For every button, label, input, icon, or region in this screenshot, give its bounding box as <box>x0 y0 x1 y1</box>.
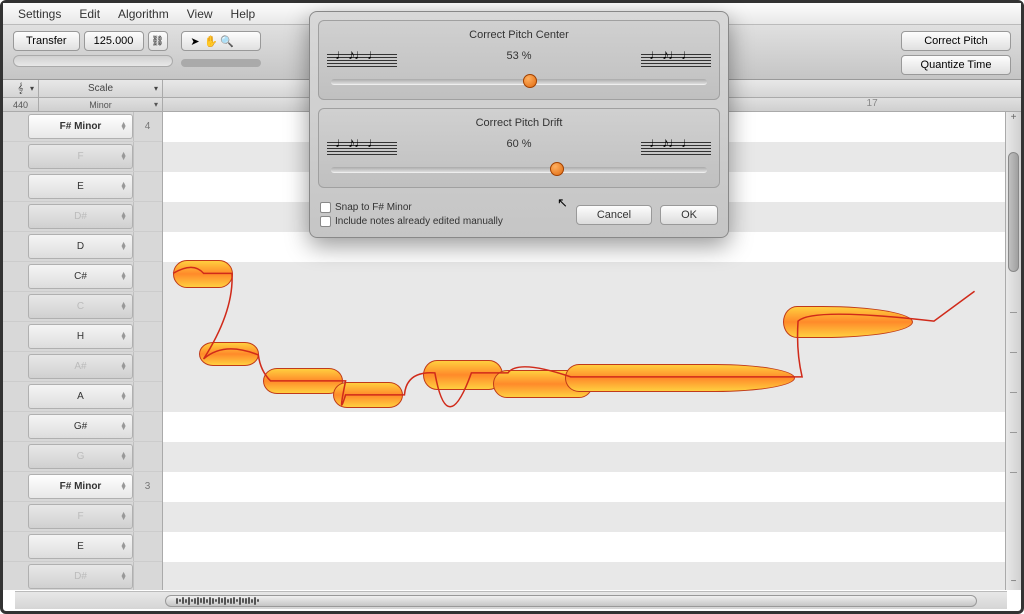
quantize-time-button[interactable]: Quantize Time <box>901 55 1011 75</box>
pitch-center-slider[interactable] <box>331 79 707 85</box>
pointer-tool-icon[interactable]: ➤ <box>188 34 202 48</box>
pitch-drift-slider[interactable] <box>331 167 707 173</box>
snap-label: Snap to F# Minor <box>335 202 412 213</box>
transfer-button[interactable]: Transfer <box>13 31 80 51</box>
staff-drift-before-icon: ♩♪♩♩ <box>327 135 397 161</box>
ok-button[interactable]: OK <box>660 205 718 225</box>
octave-label: 3 <box>133 472 161 501</box>
octave-label <box>133 532 161 561</box>
pitch-center-title: Correct Pitch Center <box>327 29 711 41</box>
note-key[interactable]: F▲▼ <box>28 144 133 169</box>
note-key[interactable]: E▲▼ <box>28 174 133 199</box>
correct-pitch-button[interactable]: Correct Pitch <box>901 31 1011 51</box>
slider-thumb[interactable] <box>523 74 537 88</box>
link-tempo-icon[interactable]: ⛓ <box>148 31 168 51</box>
octave-label <box>133 142 161 171</box>
note-key[interactable]: G▲▼ <box>28 444 133 469</box>
pitch-drift-section: Correct Pitch Drift ♩♪♩♩ 60 % ♩♪♩♩ <box>318 108 720 188</box>
note-key[interactable]: D▲▼ <box>28 234 133 259</box>
octave-label <box>133 562 161 590</box>
tool-slider[interactable] <box>181 59 261 67</box>
octave-label: 4 <box>133 112 161 141</box>
include-edited-label: Include notes already edited manually <box>335 216 503 227</box>
note-key[interactable]: D#▲▼ <box>28 204 133 229</box>
menu-edit[interactable]: Edit <box>79 7 100 21</box>
note-key[interactable]: F# Minor▲▼ <box>28 474 133 499</box>
note-key[interactable]: F# Minor▲▼ <box>28 114 133 139</box>
zoom-out-icon[interactable]: − <box>1006 576 1021 590</box>
vscroll-thumb[interactable] <box>1008 152 1019 272</box>
octave-label <box>133 502 161 531</box>
octave-label <box>133 202 161 231</box>
tuning-menu-icon[interactable]: 𝄞 <box>3 80 39 97</box>
transfer-progress <box>13 55 173 67</box>
note-key[interactable]: D#▲▼ <box>28 564 133 589</box>
hand-tool-icon[interactable]: ✋ <box>204 34 218 48</box>
overview-waveform <box>176 597 259 605</box>
octave-label <box>133 172 161 201</box>
staff-after-icon: ♩♪♩♩ <box>641 47 711 73</box>
tuning-value[interactable]: 440 <box>3 98 39 111</box>
octave-label <box>133 412 161 441</box>
octave-label <box>133 352 161 381</box>
pitch-center-value: 53 % <box>506 50 531 62</box>
hscroll-thumb[interactable] <box>165 595 977 607</box>
slider-thumb[interactable] <box>550 162 564 176</box>
note-key[interactable]: H▲▼ <box>28 324 133 349</box>
note-key[interactable]: E▲▼ <box>28 534 133 559</box>
octave-label <box>133 262 161 291</box>
menu-help[interactable]: Help <box>231 7 256 21</box>
tempo-field[interactable]: 125.000 <box>84 31 144 51</box>
timeline-marker: 17 <box>867 98 878 109</box>
correct-pitch-dialog: Correct Pitch Center ♩♪♩♩ 53 % ♩♪♩♩ Corr… <box>309 11 729 238</box>
pitch-drift-value: 60 % <box>506 138 531 150</box>
octave-label <box>133 382 161 411</box>
octave-label <box>133 292 161 321</box>
staff-before-icon: ♩♪♩♩ <box>327 47 397 73</box>
note-key[interactable]: G#▲▼ <box>28 414 133 439</box>
note-key[interactable]: A#▲▼ <box>28 354 133 379</box>
menu-view[interactable]: View <box>187 7 213 21</box>
pitch-drift-title: Correct Pitch Drift <box>327 117 711 129</box>
note-key[interactable]: F▲▼ <box>28 504 133 529</box>
snap-checkbox[interactable] <box>320 202 331 213</box>
scale-header[interactable]: Scale <box>39 80 163 97</box>
include-edited-checkbox[interactable] <box>320 216 331 227</box>
zoom-in-icon[interactable]: + <box>1006 112 1021 126</box>
tool-selector[interactable]: ➤ ✋ 🔍 <box>181 31 261 51</box>
note-key[interactable]: A▲▼ <box>28 384 133 409</box>
horizontal-scrollbar[interactable] <box>15 591 1007 609</box>
vertical-scrollbar[interactable]: + − <box>1005 112 1021 590</box>
note-key[interactable]: C#▲▼ <box>28 264 133 289</box>
octave-label <box>133 442 161 471</box>
menu-settings[interactable]: Settings <box>18 7 61 21</box>
note-key[interactable]: C▲▼ <box>28 294 133 319</box>
staff-drift-after-icon: ♩♪♩♩ <box>641 135 711 161</box>
cancel-button[interactable]: Cancel <box>576 205 652 225</box>
mode-value[interactable]: Minor <box>39 98 163 111</box>
note-ruler: F# Minor▲▼4F▲▼E▲▼D#▲▼D▲▼C#▲▼C▲▼H▲▼A#▲▼A▲… <box>3 112 163 590</box>
menu-algorithm[interactable]: Algorithm <box>118 7 169 21</box>
octave-label <box>133 322 161 351</box>
zoom-tool-icon[interactable]: 🔍 <box>220 34 234 48</box>
octave-label <box>133 232 161 261</box>
pitch-center-section: Correct Pitch Center ♩♪♩♩ 53 % ♩♪♩♩ <box>318 20 720 100</box>
